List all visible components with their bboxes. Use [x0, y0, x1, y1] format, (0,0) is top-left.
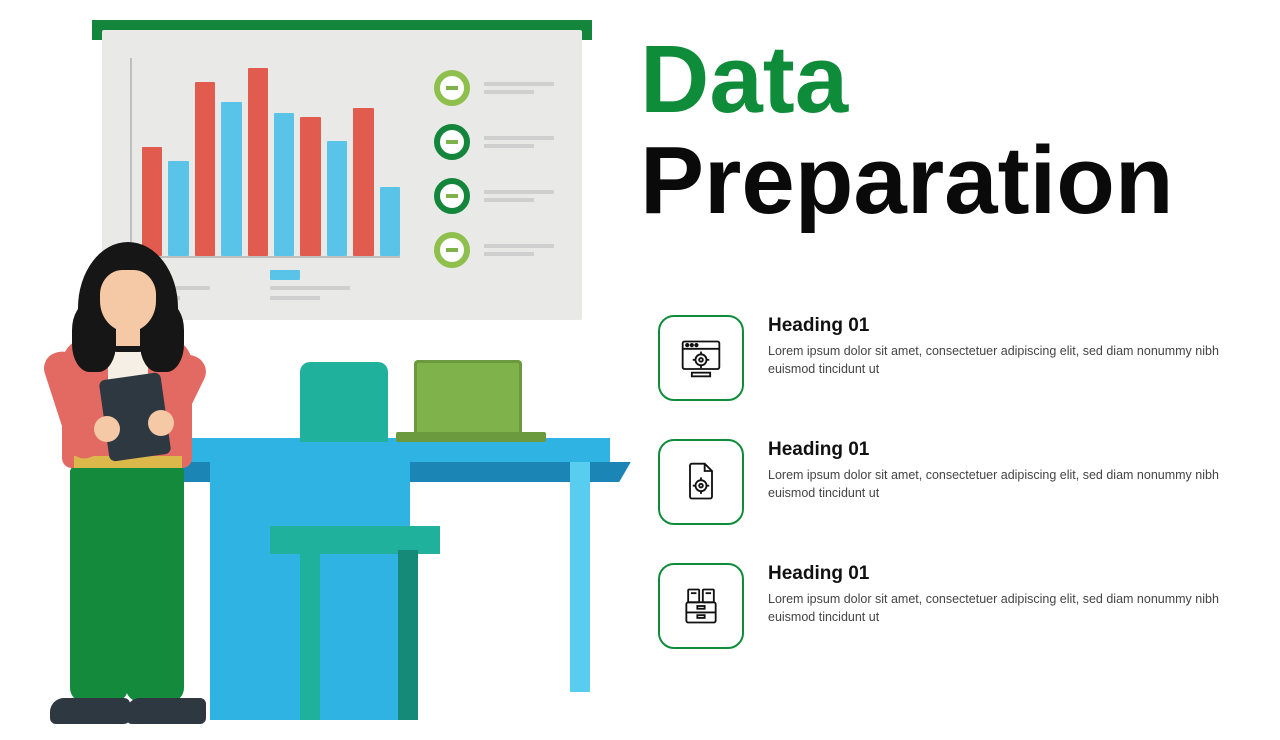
chair-leg [398, 550, 418, 720]
feature-item: Heading 01 Lorem ipsum dolor sit amet, c… [658, 439, 1238, 525]
feature-body: Lorem ipsum dolor sit amet, consectetuer… [768, 343, 1228, 378]
slide-title: Data Preparation [640, 30, 1173, 232]
bar [221, 102, 241, 256]
feature-text: Heading 01 Lorem ipsum dolor sit amet, c… [768, 315, 1228, 378]
feature-heading: Heading 01 [768, 315, 1228, 337]
feature-heading: Heading 01 [768, 439, 1228, 461]
file-gear-icon [658, 439, 744, 525]
archive-drawer-icon [658, 563, 744, 649]
desk-top [180, 438, 610, 462]
feature-text: Heading 01 Lorem ipsum dolor sit amet, c… [768, 439, 1228, 502]
ring-icon [434, 124, 470, 160]
feature-item: Heading 01 Lorem ipsum dolor sit amet, c… [658, 563, 1238, 649]
ring-icon [434, 178, 470, 214]
feature-list: Heading 01 Lorem ipsum dolor sit amet, c… [658, 315, 1238, 687]
feature-heading: Heading 01 [768, 563, 1228, 585]
desk-leg [570, 462, 590, 692]
ring-icon [434, 70, 470, 106]
bar [248, 68, 268, 256]
bar [327, 141, 347, 256]
bar [300, 117, 320, 256]
bar [274, 113, 294, 256]
bar [195, 82, 215, 256]
person-illustration [8, 242, 218, 740]
legend-swatch-b [270, 270, 300, 280]
title-line-1: Data [640, 30, 1173, 131]
bar [142, 147, 162, 256]
laptop-base [396, 432, 546, 442]
feature-body: Lorem ipsum dolor sit amet, consectetuer… [768, 591, 1228, 626]
bar [380, 187, 400, 256]
ring-indicators [434, 70, 554, 268]
feature-item: Heading 01 Lorem ipsum dolor sit amet, c… [658, 315, 1238, 401]
illustration [0, 20, 640, 720]
browser-gear-icon [658, 315, 744, 401]
chair-leg [300, 550, 320, 720]
bar-chart [130, 58, 400, 258]
chair-back [300, 362, 388, 442]
laptop-screen [414, 360, 522, 435]
ring-icon [434, 232, 470, 268]
title-line-2: Preparation [640, 131, 1173, 232]
feature-text: Heading 01 Lorem ipsum dolor sit amet, c… [768, 563, 1228, 626]
bar [353, 108, 373, 257]
feature-body: Lorem ipsum dolor sit amet, consectetuer… [768, 467, 1228, 502]
